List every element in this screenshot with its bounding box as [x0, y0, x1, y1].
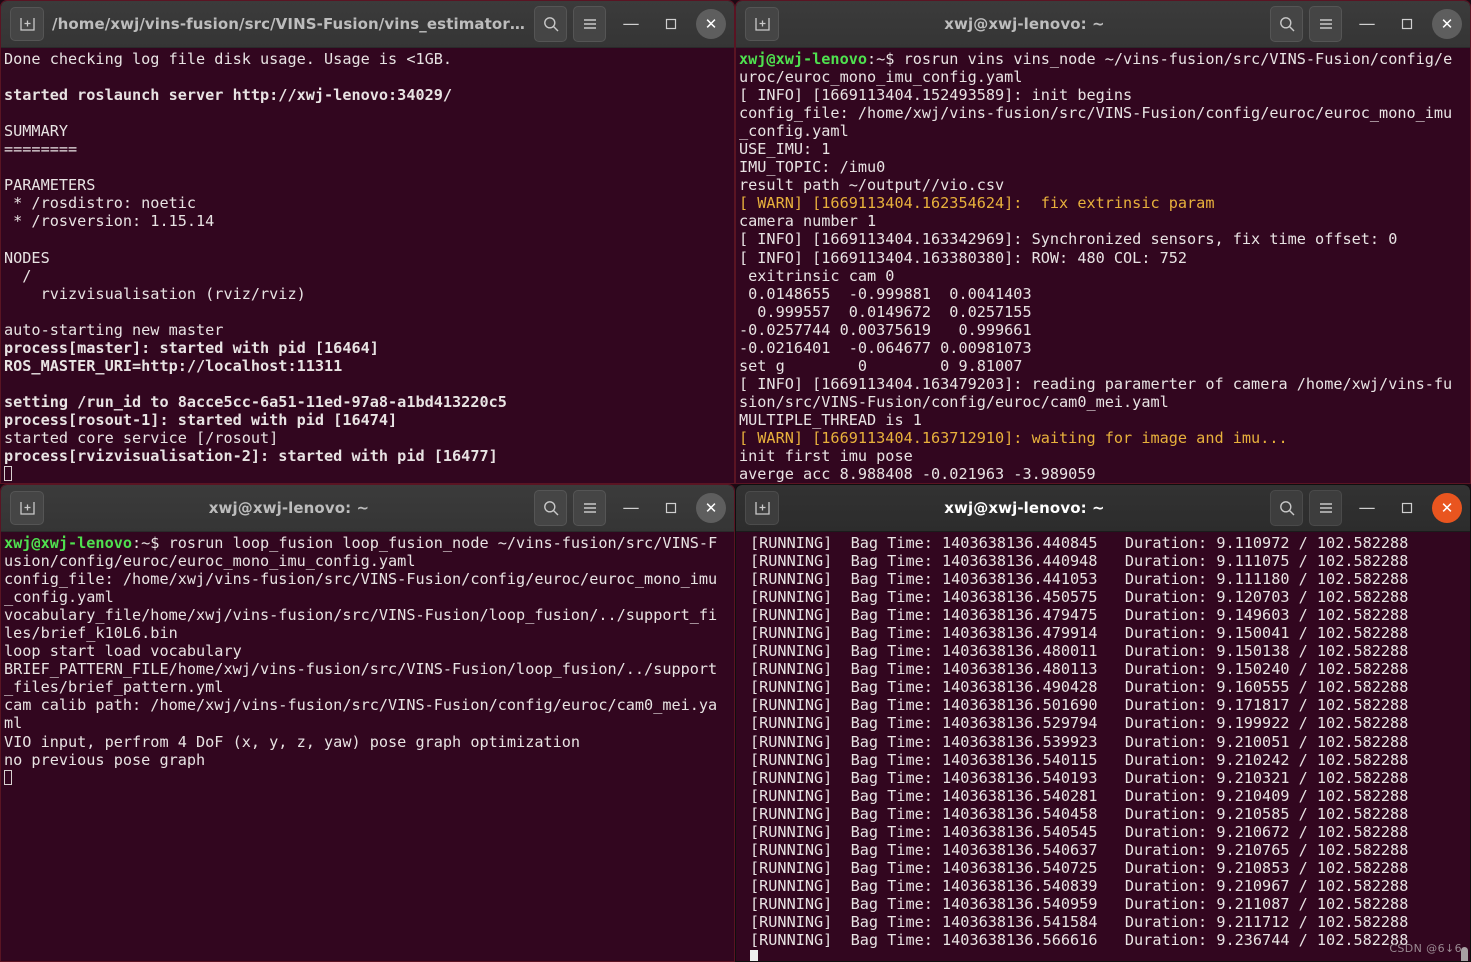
titlebar-controls-bottom-left: — ✕	[534, 490, 726, 526]
maximize-button[interactable]	[656, 9, 686, 39]
close-button[interactable]: ✕	[1432, 9, 1462, 39]
maximize-button[interactable]	[1392, 493, 1422, 523]
new-tab-icon[interactable]	[745, 7, 779, 41]
search-icon[interactable]	[534, 490, 567, 526]
minimize-button[interactable]: —	[1352, 9, 1382, 39]
terminal-window-bottom-left[interactable]: xwj@xwj-lenovo: ~ — ✕ xwj@xwj-lenovo:~$ …	[0, 484, 735, 962]
titlebar-controls-top-right: — ✕	[1270, 6, 1462, 42]
window-title: xwj@xwj-lenovo: ~	[944, 15, 1105, 33]
window-title: xwj@xwj-lenovo: ~	[944, 499, 1105, 517]
terminal-scrollbar[interactable]	[1461, 947, 1468, 961]
minimize-button[interactable]: —	[1352, 493, 1382, 523]
minimize-button[interactable]: —	[616, 9, 646, 39]
window-title: xwj@xwj-lenovo: ~	[208, 499, 370, 517]
terminal-text: xwj@xwj-lenovo:~$ rosrun vins vins_node …	[739, 50, 1453, 483]
terminal-text: Done checking log file disk usage. Usage…	[3, 50, 734, 483]
new-tab-icon[interactable]	[745, 491, 779, 525]
terminal-window-top-right[interactable]: xwj@xwj-lenovo: ~ — ✕ xwj@xwj-lenovo:~$ …	[735, 0, 1471, 484]
hamburger-menu-icon[interactable]	[1309, 490, 1342, 526]
titlebar-controls-top-left: — ✕	[534, 6, 726, 42]
terminal-window-top-left[interactable]: /home/xwj/vins-fusion/src/VINS-Fusion/vi…	[0, 0, 735, 484]
maximize-button[interactable]	[1392, 9, 1422, 39]
new-tab-icon[interactable]	[10, 7, 44, 41]
titlebar-bottom-right[interactable]: xwj@xwj-lenovo: ~ — ✕	[736, 485, 1470, 532]
close-button[interactable]: ✕	[696, 9, 726, 39]
hamburger-menu-icon[interactable]	[573, 6, 606, 42]
terminal-window-bottom-right[interactable]: xwj@xwj-lenovo: ~ — ✕ [RUNNING] Bag Time…	[735, 484, 1471, 962]
search-icon[interactable]	[1270, 6, 1303, 42]
terminal-output-bottom-left[interactable]: xwj@xwj-lenovo:~$ rosrun loop_fusion loo…	[1, 532, 734, 961]
terminal-log-table: [RUNNING] Bag Time: 1403638136.440845 Du…	[738, 534, 1470, 961]
close-button[interactable]: ✕	[1432, 493, 1462, 523]
minimize-button[interactable]: —	[616, 493, 646, 523]
csdn-watermark: CSDN @6↓6	[1389, 942, 1462, 955]
hamburger-menu-icon[interactable]	[573, 490, 606, 526]
search-icon[interactable]	[534, 6, 567, 42]
hamburger-menu-icon[interactable]	[1309, 6, 1342, 42]
terminal-output-bottom-right[interactable]: [RUNNING] Bag Time: 1403638136.440845 Du…	[736, 532, 1470, 961]
search-icon[interactable]	[1270, 490, 1303, 526]
window-title: /home/xwj/vins-fusion/src/VINS-Fusion/vi…	[52, 15, 534, 33]
maximize-button[interactable]	[656, 493, 686, 523]
terminal-output-top-left[interactable]: Done checking log file disk usage. Usage…	[1, 48, 734, 483]
titlebar-top-left[interactable]: /home/xwj/vins-fusion/src/VINS-Fusion/vi…	[1, 1, 734, 48]
terminal-output-top-right[interactable]: xwj@xwj-lenovo:~$ rosrun vins vins_node …	[736, 48, 1470, 483]
close-button[interactable]: ✕	[696, 493, 726, 523]
terminal-text: xwj@xwj-lenovo:~$ rosrun loop_fusion loo…	[3, 534, 734, 787]
titlebar-top-right[interactable]: xwj@xwj-lenovo: ~ — ✕	[736, 1, 1470, 48]
desktop: /home/xwj/vins-fusion/src/VINS-Fusion/vi…	[0, 0, 1471, 962]
titlebar-bottom-left[interactable]: xwj@xwj-lenovo: ~ — ✕	[1, 485, 734, 532]
new-tab-icon[interactable]	[10, 491, 44, 525]
titlebar-controls-bottom-right: — ✕	[1270, 490, 1462, 526]
